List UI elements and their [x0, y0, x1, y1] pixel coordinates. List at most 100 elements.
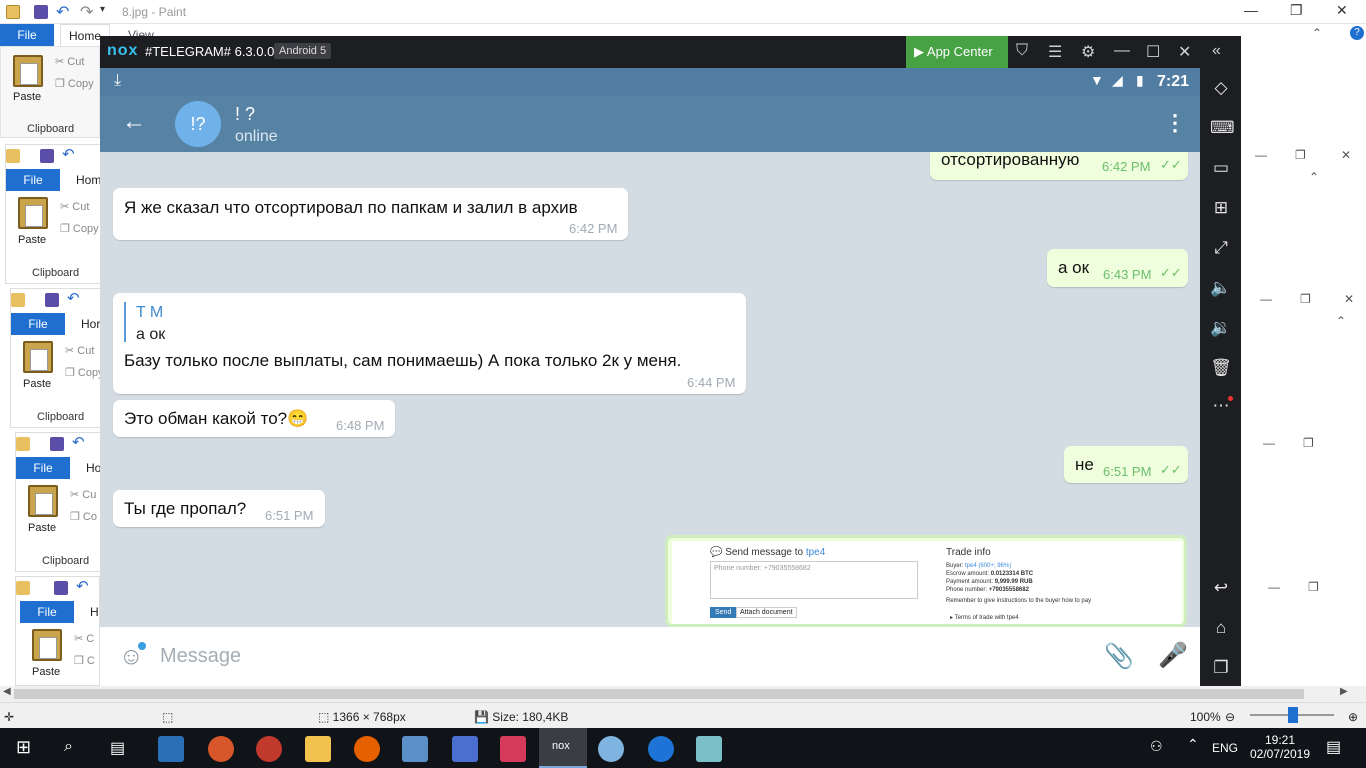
zoom-in-icon[interactable]: ⊕ [1348, 710, 1358, 724]
avatar[interactable]: !? [175, 101, 221, 147]
copy-button[interactable]: ❐ Co [70, 510, 97, 523]
task-view-icon[interactable]: ▤ [110, 738, 125, 758]
back-arrow-icon[interactable]: ← [122, 108, 146, 136]
notifications-icon[interactable]: ▤ [1326, 737, 1341, 757]
paste-icon[interactable] [13, 55, 43, 87]
message-bubble[interactable]: Это обман какой то?😁 6:48 PM [113, 400, 395, 437]
scroll-right-icon[interactable]: ▶ [1340, 686, 1348, 697]
cut-button[interactable]: ✂ C [74, 632, 94, 645]
message-bubble[interactable]: отсортированную 6:42 PM ✓✓ [930, 152, 1188, 180]
more-vert-icon[interactable]: ⋮ [1164, 110, 1186, 136]
minimize-icon[interactable]: — [1268, 580, 1280, 594]
tray-chevron-icon[interactable]: ⌃ [1187, 736, 1199, 753]
paste-icon[interactable] [32, 629, 62, 661]
shirt-icon[interactable]: ⛉ [1016, 42, 1028, 60]
save-icon[interactable] [54, 581, 68, 595]
qat-dropdown-icon[interactable]: ▾ [100, 4, 105, 15]
minimize-icon[interactable]: — [1263, 436, 1275, 450]
windows-start-icon[interactable]: ⊞ [16, 737, 31, 758]
volume-down-icon[interactable]: 🔉 [1210, 318, 1232, 338]
app-icon-notebook[interactable] [696, 736, 722, 762]
screen-icon[interactable]: ▭ [1210, 158, 1232, 178]
app-icon-cube[interactable] [402, 736, 428, 762]
search-icon[interactable]: ⌕ [64, 738, 73, 756]
restore-icon[interactable]: ❐ [1303, 436, 1314, 450]
save-icon[interactable] [45, 293, 59, 307]
scroll-left-icon[interactable]: ◀ [3, 686, 11, 697]
firefox-icon[interactable] [354, 736, 380, 762]
copy-button[interactable]: ❐ Copy [60, 222, 99, 235]
paste-icon[interactable] [18, 197, 48, 229]
copy-button[interactable]: ❐ Copy [55, 77, 94, 90]
paste-label[interactable]: Paste [32, 666, 60, 678]
app-icon-paint-swirl[interactable] [208, 736, 234, 762]
message-bubble[interactable]: Я же сказал что отсортировал по папкам и… [113, 188, 628, 240]
close-icon[interactable]: ✕ [1341, 148, 1351, 162]
home-tab[interactable]: Hor [81, 317, 100, 331]
cut-button[interactable]: ✂ Cut [65, 344, 94, 357]
message-input[interactable]: Message [160, 645, 241, 668]
image-message[interactable]: 💬 Send message to tpe4 Phone number: +79… [665, 535, 1187, 627]
paste-label[interactable]: Paste [13, 91, 41, 103]
save-icon[interactable] [50, 437, 64, 451]
rotate-icon[interactable]: ◇ [1210, 78, 1232, 98]
restore-icon[interactable]: ❐ [1308, 580, 1319, 594]
ribbon-collapse-icon[interactable]: ⌃ [1312, 26, 1322, 40]
collapse-sidebar-icon[interactable]: « [1212, 42, 1221, 60]
paste-icon[interactable] [23, 341, 53, 373]
maximize-icon[interactable]: ☐ [1146, 42, 1160, 62]
ribbon-collapse-icon[interactable]: ⌃ [1336, 314, 1346, 328]
recents-icon[interactable]: ❐ [1210, 658, 1232, 678]
people-icon[interactable]: ⚇ [1150, 738, 1163, 755]
file-tab[interactable]: File [20, 601, 74, 623]
paste-label[interactable]: Paste [18, 234, 46, 246]
language-indicator[interactable]: ENG [1212, 741, 1238, 755]
edge-icon[interactable] [648, 736, 674, 762]
copy-button[interactable]: ❐ C [74, 654, 95, 667]
cut-button[interactable]: ✂ Cut [60, 200, 89, 213]
save-icon[interactable] [40, 149, 54, 163]
mic-icon[interactable]: 🎤 [1158, 641, 1188, 670]
message-list[interactable]: отсортированную 6:42 PM ✓✓ Я же сказал ч… [100, 152, 1200, 627]
message-bubble[interactable]: не 6:51 PM ✓✓ [1064, 446, 1188, 483]
redo-icon[interactable]: ↷ [80, 2, 93, 22]
home-icon[interactable]: ⌂ [1210, 618, 1232, 638]
save-icon[interactable] [34, 5, 48, 19]
attach-icon[interactable]: 📎 [1104, 642, 1134, 671]
app-icon-grid[interactable] [158, 736, 184, 762]
app-center-button[interactable]: ▶ App Center [906, 36, 1008, 68]
app-icon-red-circle[interactable] [500, 736, 526, 762]
message-bubble[interactable]: T M а ок Базу только после выплаты, сам … [113, 293, 746, 394]
undo-icon[interactable]: ↶ [56, 2, 69, 22]
minimize-icon[interactable]: — [1244, 2, 1258, 18]
home-tab[interactable]: H [90, 605, 99, 619]
volume-up-icon[interactable]: 🔈 [1210, 278, 1232, 298]
chat-title[interactable]: ! ? [235, 104, 255, 125]
back-icon[interactable]: ↩ [1210, 578, 1232, 598]
undo-icon[interactable]: ↶ [67, 289, 80, 307]
app-icon-game[interactable] [452, 736, 478, 762]
restore-icon[interactable]: ❐ [1300, 292, 1311, 306]
cut-button[interactable]: ✂ Cu [70, 488, 96, 501]
help-icon[interactable]: ? [1350, 26, 1364, 40]
close-icon[interactable]: ✕ [1344, 292, 1354, 306]
zoom-out-icon[interactable]: ⊖ [1225, 710, 1235, 724]
close-icon[interactable]: ✕ [1178, 42, 1191, 62]
file-tab[interactable]: File [11, 313, 65, 335]
copy-button[interactable]: ❐ Copy [65, 366, 104, 379]
taskbar-clock[interactable]: 19:21 02/07/2019 [1248, 733, 1312, 761]
undo-icon[interactable]: ↶ [76, 577, 89, 595]
file-tab[interactable]: File [16, 457, 70, 479]
scrollbar-thumb[interactable] [14, 689, 1304, 699]
paste-label[interactable]: Paste [23, 378, 51, 390]
undo-icon[interactable]: ↶ [62, 145, 75, 163]
close-icon[interactable]: ✕ [1336, 2, 1348, 19]
settings-icon[interactable]: ⚙ [1081, 42, 1095, 62]
undo-icon[interactable]: ↶ [72, 433, 85, 451]
home-tab[interactable]: Hom [76, 173, 101, 187]
app-icon-red-star[interactable] [256, 736, 282, 762]
paint-taskbar-icon[interactable] [598, 736, 624, 762]
keyboard-icon[interactable]: ⌨ [1210, 118, 1235, 138]
fullscreen-icon[interactable]: ⤢ [1210, 238, 1232, 258]
restore-icon[interactable]: ❐ [1295, 148, 1306, 162]
